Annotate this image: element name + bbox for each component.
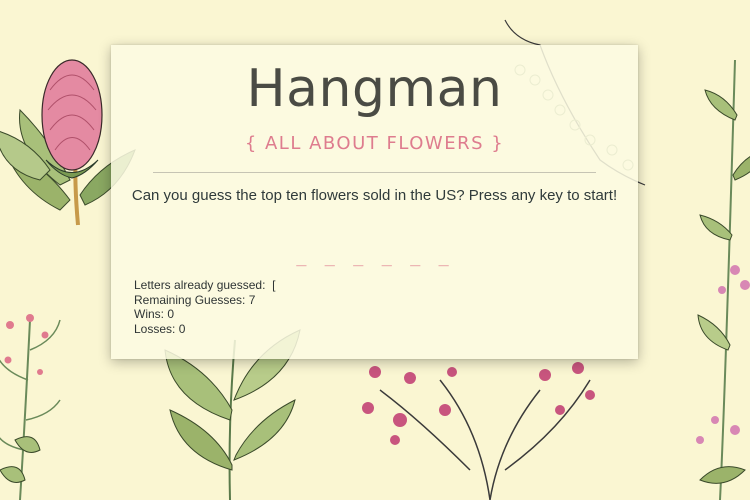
statice-flower-illustration — [362, 362, 595, 500]
letters-guessed-text: Letters already guessed: [ — [134, 278, 276, 292]
remaining-guesses-text: Remaining Guesses: 7 — [134, 292, 256, 307]
game-title: Hangman — [246, 59, 503, 119]
sprig-left-illustration — [0, 314, 61, 500]
game-stats: Letters already guessed: [ Remaining Gue… — [134, 278, 275, 336]
right-flower-illustration — [696, 59, 750, 500]
game-subtitle: { ALL ABOUT FLOWERS } — [244, 133, 505, 154]
wins-text: Wins: 0 — [134, 307, 175, 322]
game-card: Hangman { ALL ABOUT FLOWERS } Can you gu… — [111, 45, 638, 359]
game-prompt: Can you guess the top ten flowers sold i… — [131, 187, 618, 204]
word-blanks: _ _ _ _ _ _ — [296, 247, 453, 267]
losses-text: Losses: 0 — [134, 321, 186, 336]
title-divider — [153, 172, 596, 173]
